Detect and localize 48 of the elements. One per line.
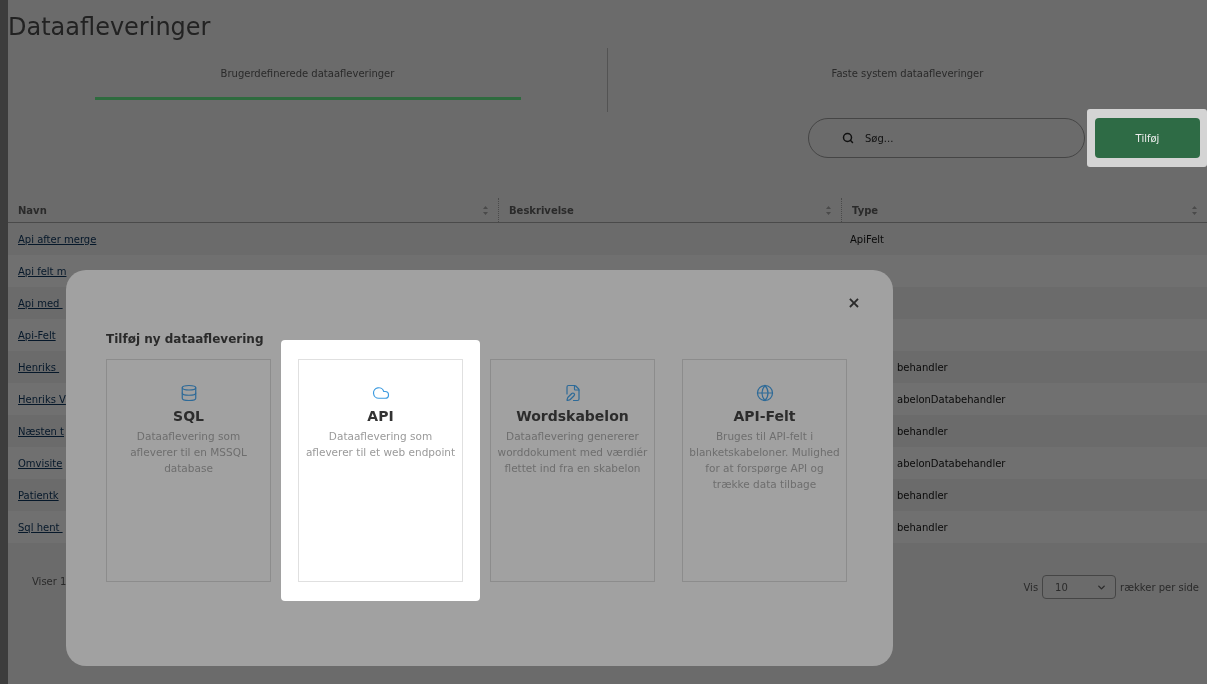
column-label: Type	[852, 204, 879, 216]
name-link[interactable]: Omvisite	[8, 457, 63, 469]
type-cell-text: abelonDatabehandler	[896, 457, 1006, 469]
type-cell-text: ApiFelt	[849, 233, 885, 245]
sort-icon[interactable]	[483, 205, 488, 215]
type-cell-text: abelonDatabehandler	[896, 393, 1006, 405]
type-cell-text: behandler	[896, 361, 948, 373]
type-cell-text: behandler	[896, 425, 948, 437]
name-link[interactable]: Sql hent	[8, 521, 63, 533]
option-title: API-Felt	[733, 408, 796, 424]
name-link[interactable]: Api after merge	[8, 233, 97, 245]
search-field[interactable]: Søg...	[808, 118, 1085, 158]
dialog-title: Tilføj ny dataaflevering	[106, 332, 264, 346]
name-link[interactable]: Henriks	[8, 361, 60, 373]
column-label: Beskrivelse	[509, 204, 574, 216]
showing-text: Viser 1	[32, 575, 67, 587]
database-icon	[179, 384, 198, 402]
tab[interactable]: Brugerdefinerede dataafleveringer	[94, 62, 521, 100]
document-pen-icon	[563, 384, 582, 402]
type-cell-text: behandler	[896, 489, 948, 501]
name-link[interactable]: Næsten t	[8, 425, 65, 437]
cloud-icon	[371, 384, 390, 402]
name-link[interactable]: Henriks V	[8, 393, 66, 405]
show-label: Vis	[1023, 581, 1039, 593]
add-button[interactable]: Tilføj	[1095, 118, 1200, 158]
globe-icon	[755, 384, 774, 402]
column-header[interactable]: Beskrivelse	[498, 198, 841, 222]
option-title: Wordskabelon	[516, 408, 629, 424]
name-link[interactable]: Api-Felt	[8, 329, 56, 341]
option-description: Dataaflevering som afleverer til et web endpoint	[305, 429, 456, 460]
option-title: API	[367, 408, 394, 424]
column-header[interactable]: Navn	[8, 198, 498, 222]
type-cell-text: behandler	[896, 521, 948, 533]
column-label: Navn	[18, 204, 47, 216]
option-title: SQL	[173, 408, 204, 424]
option-card[interactable]: API Dataaflevering som afleverer til et web endpoint	[298, 359, 463, 582]
sort-icon[interactable]	[826, 205, 831, 215]
column-header[interactable]: Type	[841, 198, 1207, 222]
close-button[interactable]: ×	[847, 294, 861, 312]
search-icon	[842, 132, 854, 144]
sort-icon[interactable]	[1192, 205, 1197, 215]
page-size-select[interactable]: 10	[1042, 575, 1117, 599]
page-title: Dataafleveringer	[8, 12, 211, 43]
name-link[interactable]: Patientk	[8, 489, 59, 501]
per-page-label: rækker per side	[1120, 581, 1199, 593]
name-link[interactable]: Api med	[8, 297, 63, 309]
tab[interactable]: Faste system dataafleveringer	[694, 62, 1121, 100]
name-link[interactable]: Api felt m	[8, 265, 67, 277]
